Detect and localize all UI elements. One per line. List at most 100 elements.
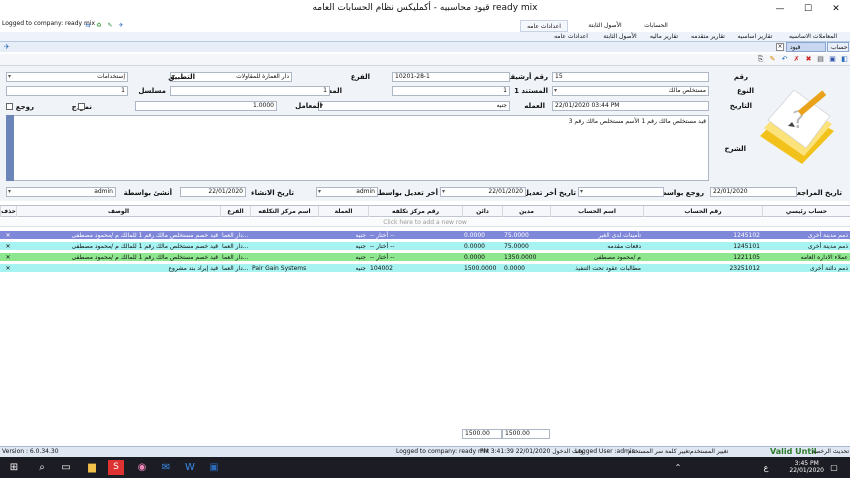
cell-cc-no[interactable]: 104002 — [368, 264, 462, 273]
application-select[interactable]: ▾ إستخدامات — [6, 72, 128, 82]
cell-debit[interactable]: 0.0000 — [502, 264, 550, 273]
cell-currency[interactable]: جنيه — [318, 231, 368, 240]
cell-branch[interactable]: دار العما... — [220, 231, 250, 240]
cancel-icon[interactable]: ✗ — [792, 55, 801, 64]
add-row-hint[interactable]: Click here to add a new row — [0, 218, 850, 227]
delete-row-button[interactable]: ✕ — [0, 242, 16, 251]
file-explorer-icon[interactable]: ▆ — [84, 460, 100, 475]
cell-cc-name[interactable] — [250, 231, 318, 240]
last-mod-date-field[interactable]: ▾ 22/01/2020 — [440, 187, 526, 197]
tray-icons[interactable]: ⌃ — [670, 460, 686, 475]
search-icon[interactable]: ⌕ — [34, 460, 50, 475]
number-field[interactable]: 15 — [552, 72, 709, 82]
cell-credit[interactable]: 0.0000 — [462, 231, 502, 240]
table-row[interactable]: ذمم مدينة أخرى 1245101 دفعات مقدمه 75.0000 0… — [0, 242, 850, 251]
cell-acc-name[interactable]: مطالبات عقود تحت التنفيذ — [550, 264, 643, 273]
document2-field[interactable]: 1 — [170, 86, 330, 96]
created-by-field[interactable]: ▾ admin — [6, 187, 116, 197]
print-icon[interactable]: ▤ — [816, 55, 825, 64]
copy-icon[interactable]: ⎘ — [756, 55, 765, 64]
last-mod-by-field[interactable]: ▾ admin — [316, 187, 378, 197]
reviewed-by-select[interactable]: ▾ — [578, 187, 664, 197]
cell-desc[interactable]: قيد خصم مستخلص مالك رقم 1 للمالك م /محمو… — [16, 242, 220, 251]
notification-icon[interactable]: ▢ — [826, 460, 842, 475]
col-account-no[interactable]: رقم الحساب — [643, 206, 762, 217]
change-password-link[interactable]: تغيير كلمة سر المستخدم — [628, 447, 690, 457]
language-indicator[interactable]: ع — [758, 460, 774, 475]
pin-icon[interactable]: ✈ — [4, 43, 10, 51]
document1-field[interactable]: 1 — [392, 86, 510, 96]
new-icon[interactable]: ◧ — [840, 55, 849, 64]
cell-currency[interactable]: جنيه — [318, 253, 368, 262]
cell-cc-name[interactable] — [250, 253, 318, 262]
cell-currency[interactable]: جنيه — [318, 242, 368, 251]
cell-main[interactable]: ذمم مدينة أخرى — [762, 231, 850, 240]
cell-cc-no[interactable]: -- أختار -- — [368, 242, 462, 251]
date-picker[interactable]: 22/01/2020 03:44 PM — [552, 101, 709, 111]
ribbon-icon-2[interactable]: ♻ — [95, 20, 103, 32]
ribbon-icon-1[interactable]: ⇆ — [84, 20, 92, 32]
serial-field[interactable]: 1 — [6, 86, 128, 96]
cell-branch[interactable]: دار العما... — [220, 242, 250, 251]
doc-tab-journal[interactable]: قيود محاسبيه — [786, 42, 826, 61]
col-delete[interactable]: حذف — [0, 206, 16, 217]
cell-branch[interactable]: دار العما... — [220, 264, 250, 273]
cell-acc-no[interactable]: 1245102 — [643, 231, 762, 240]
tab-top-accounts[interactable]: الحسابات — [635, 20, 677, 32]
cell-debit[interactable]: 75.0000 — [502, 231, 550, 240]
created-date-field[interactable]: 22/01/2020 — [180, 187, 246, 197]
cell-main[interactable]: ذمم مدينة أخرى — [762, 242, 850, 251]
change-user-link[interactable]: تغيير المستخدم — [690, 447, 728, 457]
explanation-memo[interactable]: قيد مستخلص مالك رقم 1 الأسم مستخلص مالك … — [6, 115, 709, 181]
close-icon[interactable]: × — [776, 43, 784, 51]
table-row[interactable]: ذمم دائنة أخرى 23251012 مطالبات عقود تحت ا… — [0, 264, 850, 273]
tab-financial-reports[interactable]: تقارير ماليه — [644, 32, 684, 42]
tab-basic-transactions[interactable]: المعاملات الاساسيه — [780, 32, 846, 42]
cell-cc-no[interactable]: -- أختار -- — [368, 231, 462, 240]
tab-basic-reports[interactable]: تقارير اساسيه — [732, 32, 778, 42]
close-button[interactable]: ✕ — [822, 0, 850, 18]
delete-row-button[interactable]: ✕ — [0, 264, 16, 273]
cell-acc-no[interactable]: 1245101 — [643, 242, 762, 251]
cell-credit[interactable]: 0.0000 — [462, 253, 502, 262]
task-view-icon[interactable]: ▭ — [58, 460, 74, 475]
app-icon[interactable]: ▣ — [206, 460, 222, 475]
cell-credit[interactable]: 0.0000 — [462, 242, 502, 251]
template-checkbox[interactable] — [78, 103, 85, 110]
save-icon[interactable]: ▣ — [828, 55, 837, 64]
cell-main[interactable]: ذمم دائنة أخرى — [762, 264, 850, 273]
col-cc-name[interactable]: اسم مركز التكلفه — [250, 206, 318, 217]
rate-field[interactable]: 1.0000 — [135, 101, 277, 111]
cell-cc-no[interactable]: -- أختار -- — [368, 253, 462, 262]
cell-cc-name[interactable]: Pair Gain Systems — [250, 264, 318, 273]
doc-tab-account[interactable]: حساب — [827, 42, 849, 52]
cell-acc-no[interactable]: 1221105 — [643, 253, 762, 262]
cell-cc-name[interactable] — [250, 242, 318, 251]
delete-row-button[interactable]: ✕ — [0, 231, 16, 240]
currency-select[interactable]: ▾ جنيه — [318, 101, 510, 111]
type-select[interactable]: ▾ مستخلص مالك — [552, 86, 709, 96]
delete-icon[interactable]: ✖ — [804, 55, 813, 64]
cell-main[interactable]: عملاء الاداره العامه — [762, 253, 850, 262]
col-branch[interactable]: الفرع — [220, 206, 250, 217]
memo-scrollbar[interactable] — [6, 115, 14, 181]
cell-acc-name[interactable]: م /محمود مصطفى — [550, 253, 643, 262]
outlook-icon[interactable]: ✉ — [158, 460, 174, 475]
undo-icon[interactable]: ↶ — [780, 55, 789, 64]
col-credit[interactable]: دائن — [462, 206, 502, 217]
tab-settings[interactable]: اعدادات عامه — [550, 32, 592, 42]
cell-acc-name[interactable]: تأمينات لدى الغير — [550, 231, 643, 240]
ribbon-icon-3[interactable]: ✎ — [106, 20, 114, 32]
tab-advanced-reports[interactable]: تقارير متقدمه — [686, 32, 730, 42]
clock[interactable]: 3:45 PM 22/01/2020 — [789, 460, 824, 474]
delete-row-button[interactable]: ✕ — [0, 253, 16, 262]
col-debit[interactable]: مدين — [502, 206, 550, 217]
windows-start-icon[interactable]: ⊞ — [6, 460, 22, 475]
col-currency[interactable]: العملة — [318, 206, 368, 217]
tab-top-settings[interactable]: اعدادات عامه — [520, 20, 568, 32]
attach-icon[interactable]: ✎ — [768, 55, 777, 64]
cell-desc[interactable]: قيد خصم مستخلص مالك رقم 1 للمالك م /محمو… — [16, 231, 220, 240]
col-account-name[interactable]: اسم الحساب — [550, 206, 643, 217]
maximize-button[interactable]: ☐ — [794, 0, 822, 18]
cell-debit[interactable]: 1350.0000 — [502, 253, 550, 262]
